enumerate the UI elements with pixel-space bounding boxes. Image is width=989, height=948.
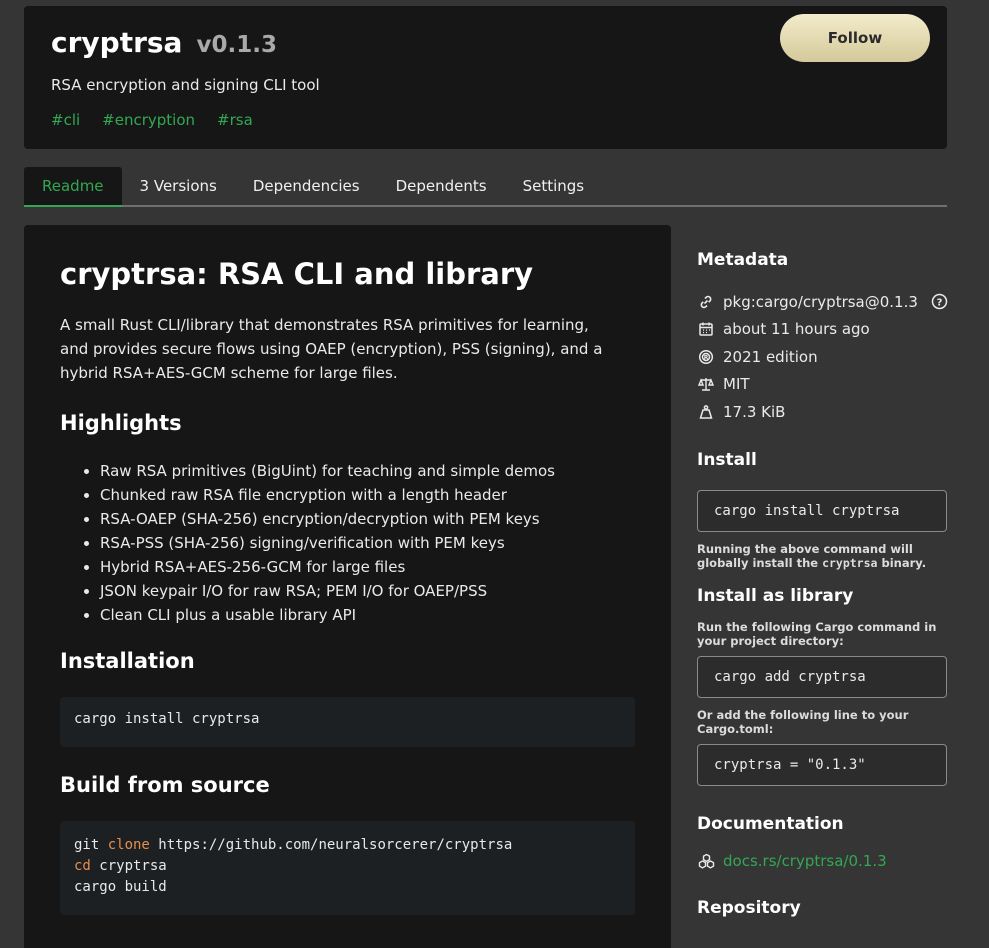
crate-name: cryptrsa (51, 26, 183, 59)
documentation-heading: Documentation (697, 813, 844, 834)
tab-settings[interactable]: Settings (505, 167, 603, 205)
tab-versions[interactable]: 3 Versions (122, 167, 235, 205)
list-item: RSA-PSS (SHA-256) signing/verification w… (100, 531, 635, 555)
list-item: Hybrid RSA+AES-256-GCM for large files (100, 555, 635, 579)
code-keyword: cd (74, 858, 91, 874)
crate-version: v0.1.3 (196, 32, 277, 58)
library-note: Run the following Cargo command in your … (697, 619, 937, 648)
tab-dependents[interactable]: Dependents (378, 167, 505, 205)
list-item: Clean CLI plus a usable library API (100, 603, 635, 627)
install-command-box[interactable]: cargo install cryptrsa (697, 489, 947, 532)
crate-title: cryptrsa v0.1.3 (51, 26, 277, 59)
metadata-purl: pkg:cargo/cryptrsa@0.1.3 ? (697, 288, 949, 316)
link-icon (697, 293, 715, 311)
svg-text:?: ? (937, 297, 943, 308)
list-item: JSON keypair I/O for raw RSA; PEM I/O fo… (100, 579, 635, 603)
installation-code-block[interactable]: cargo install cryptrsa (60, 697, 635, 747)
rust-icon: R (697, 348, 715, 366)
readme-panel: cryptrsa: RSA CLI and library A small Ru… (24, 225, 671, 948)
code-token: git (74, 837, 108, 853)
binary-name: cryptrsa (822, 555, 878, 570)
code-token: cryptrsa (90, 858, 167, 874)
installation-heading: Installation (60, 649, 195, 673)
calendar-icon (697, 320, 715, 338)
code-line: cargo build (74, 879, 167, 895)
tag-rsa[interactable]: #rsa (217, 111, 253, 129)
docs-rs-icon (697, 852, 715, 870)
updated-text: about 11 hours ago (723, 320, 870, 339)
crate-header: cryptrsa v0.1.3 RSA encryption and signi… (24, 6, 947, 149)
list-item: Raw RSA primitives (BigUint) for teachin… (100, 459, 635, 483)
code-token: https://github.com/neuralsorcerer/cryptr… (149, 837, 513, 853)
readme-title: cryptrsa: RSA CLI and library (60, 257, 534, 291)
list-item: Chunked raw RSA file encryption with a l… (100, 483, 635, 507)
metadata-size: 17.3 KiB (697, 398, 949, 426)
svg-text:R: R (704, 354, 709, 361)
note-text: binary. (877, 555, 927, 570)
readme-intro: A small Rust CLI/library that demonstrat… (60, 316, 603, 382)
code-keyword: clone (107, 837, 150, 853)
keyword-tags: #cli #encryption #rsa (51, 111, 253, 129)
cargo-add-box[interactable]: cargo add cryptrsa (697, 655, 947, 698)
license-text[interactable]: MIT (723, 375, 750, 393)
metadata-updated: about 11 hours ago (697, 316, 949, 344)
metadata-heading: Metadata (697, 250, 789, 270)
metadata-edition: R 2021 edition (697, 343, 949, 371)
install-library-heading: Install as library (697, 585, 854, 606)
tab-dependencies[interactable]: Dependencies (235, 167, 378, 205)
build-heading: Build from source (60, 773, 270, 797)
repository-heading: Repository (697, 897, 801, 918)
toml-line-box[interactable]: cryptrsa = "0.1.3" (697, 743, 947, 786)
tag-cli[interactable]: #cli (51, 111, 80, 129)
highlights-heading: Highlights (60, 411, 182, 435)
tab-readme[interactable]: Readme (24, 167, 122, 207)
code-line: cargo install cryptrsa (74, 711, 260, 727)
edition-text: 2021 edition (723, 347, 818, 366)
build-code-block[interactable]: git clone https://github.com/neuralsorce… (60, 821, 635, 915)
highlights-list: Raw RSA primitives (BigUint) for teachin… (60, 459, 635, 627)
help-icon[interactable]: ? (931, 293, 949, 311)
code-line: git clone https://github.com/neuralsorce… (74, 835, 621, 856)
weight-icon (697, 403, 715, 421)
code-line: cd cryptrsa (74, 856, 621, 877)
list-item: RSA-OAEP (SHA-256) encryption/decryption… (100, 507, 635, 531)
metadata-list: pkg:cargo/cryptrsa@0.1.3 ? about 11 hour… (697, 288, 949, 426)
crate-tabs: Readme 3 Versions Dependencies Dependent… (24, 167, 947, 207)
sidebar: Metadata pkg:cargo/cryptrsa@0.1.3 ? abou… (697, 250, 949, 918)
crate-description: RSA encryption and signing CLI tool (51, 76, 320, 94)
metadata-license: MIT (697, 371, 949, 399)
docs-link[interactable]: docs.rs/cryptrsa/0.1.3 (697, 852, 949, 870)
tag-encryption[interactable]: #encryption (102, 111, 195, 129)
size-text: 17.3 KiB (723, 402, 786, 421)
purl-text[interactable]: pkg:cargo/cryptrsa@0.1.3 (723, 293, 918, 311)
follow-button[interactable]: Follow (780, 14, 930, 62)
install-note: Running the above command will globally … (697, 542, 949, 570)
toml-note: Or add the following line to your Cargo.… (697, 707, 909, 736)
install-heading: Install (697, 449, 757, 470)
docs-link-text[interactable]: docs.rs/cryptrsa/0.1.3 (723, 852, 887, 870)
scale-icon (697, 375, 715, 393)
